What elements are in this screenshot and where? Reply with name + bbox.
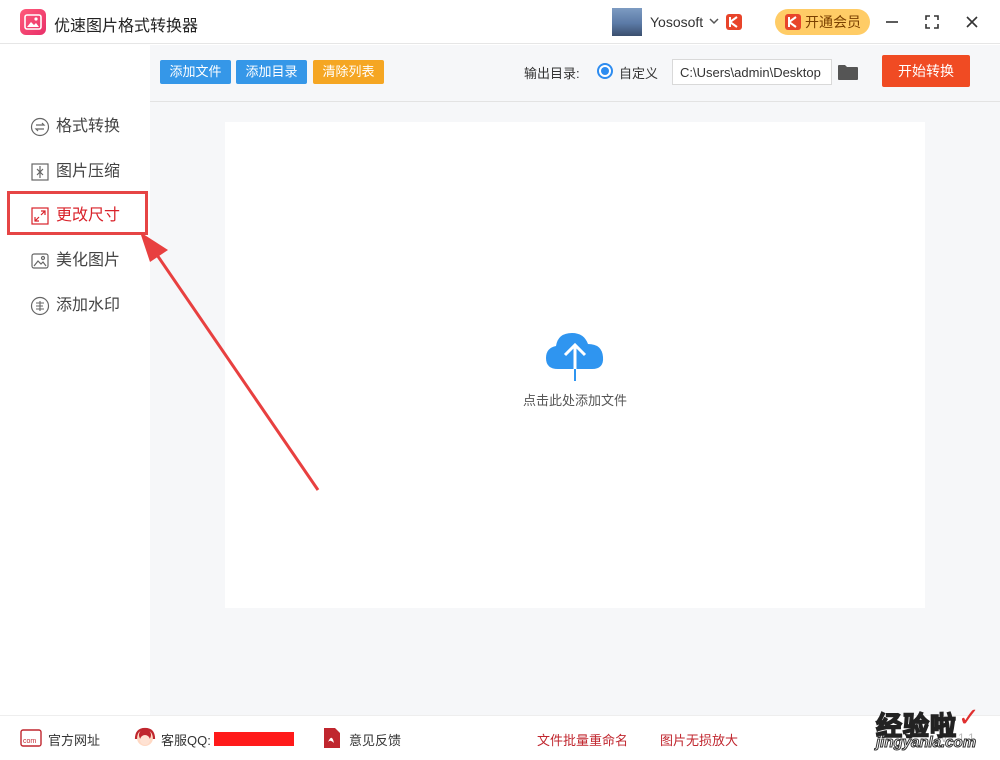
custom-dir-label[interactable]: 自定义 (619, 63, 658, 82)
website-icon: com (20, 729, 42, 747)
toolbar: 添加文件 添加目录 清除列表 输出目录: 自定义 开始转换 (150, 45, 1000, 102)
add-folder-button[interactable]: 添加目录 (236, 60, 307, 84)
qq-label: 客服QQ: (161, 733, 211, 748)
sidebar-item-beautify[interactable]: 美化图片 (30, 249, 120, 273)
convert-icon (30, 117, 50, 137)
vip-label: 开通会员 (805, 14, 861, 30)
sidebar-item-label: 格式转换 (56, 118, 121, 135)
batch-rename-link[interactable]: 文件批量重命名 (537, 730, 628, 749)
minimize-icon[interactable] (882, 12, 902, 32)
user-avatar[interactable] (612, 8, 642, 36)
sidebar-item-compress[interactable]: 图片压缩 (30, 160, 120, 184)
brand-badge-icon (726, 14, 742, 30)
sidebar-item-watermark[interactable]: 添加水印 (30, 294, 120, 318)
maximize-icon[interactable] (922, 12, 942, 32)
add-file-button[interactable]: 添加文件 (160, 60, 231, 84)
website-link[interactable]: 官方网址 (48, 730, 100, 749)
main-area: 点击此处添加文件 (150, 102, 1000, 715)
beautify-icon (31, 253, 49, 269)
vip-icon (785, 14, 801, 30)
watermark-icon (30, 296, 50, 316)
sidebar-item-format-convert[interactable]: 格式转换 (30, 115, 120, 139)
username[interactable]: Yososoft (650, 14, 703, 30)
sidebar-item-label: 图片压缩 (56, 163, 121, 180)
svg-text:com: com (23, 738, 36, 745)
lossless-enlarge-link[interactable]: 图片无损放大 (660, 730, 738, 749)
customer-service-icon (134, 727, 156, 746)
sidebar: 格式转换 图片压缩 更改尺寸 美化图片 添加水印 (0, 45, 150, 715)
cloud-upload-icon (546, 333, 604, 381)
start-convert-button[interactable]: 开始转换 (882, 55, 970, 87)
highlight-box (7, 191, 148, 235)
vip-button[interactable]: 开通会员 (775, 9, 870, 35)
sidebar-item-label: 美化图片 (56, 252, 121, 269)
clear-list-button[interactable]: 清除列表 (313, 60, 384, 84)
feedback-link[interactable]: 意见反馈 (349, 730, 401, 749)
title-bar: 优速图片格式转换器 Yososoft 开通会员 (0, 0, 1000, 44)
output-path-input[interactable] (672, 59, 832, 85)
dropzone-hint: 点击此处添加文件 (522, 393, 627, 408)
output-dir-label: 输出目录: (524, 66, 580, 81)
file-dropzone[interactable]: 点击此处添加文件 (225, 122, 925, 608)
watermark-url: jingyanla.com (875, 734, 977, 752)
custom-dir-radio[interactable] (597, 63, 613, 79)
chevron-down-icon[interactable] (708, 15, 720, 27)
checkmark-icon: ✓ (958, 702, 980, 732)
folder-icon[interactable] (837, 63, 859, 81)
app-title: 优速图片格式转换器 (54, 18, 199, 35)
compress-icon (31, 163, 49, 181)
redacted-qq (214, 732, 294, 746)
sidebar-item-label: 添加水印 (56, 297, 121, 314)
watermark-logo: 经验啦 ✓ jingyanla.com (875, 702, 980, 752)
app-logo-icon (20, 9, 46, 35)
close-icon[interactable] (962, 12, 982, 32)
footer: com 官方网址 客服QQ: 意见反馈 文件批量重命名 图片无损放大 (0, 715, 1000, 760)
feedback-icon (324, 728, 340, 748)
